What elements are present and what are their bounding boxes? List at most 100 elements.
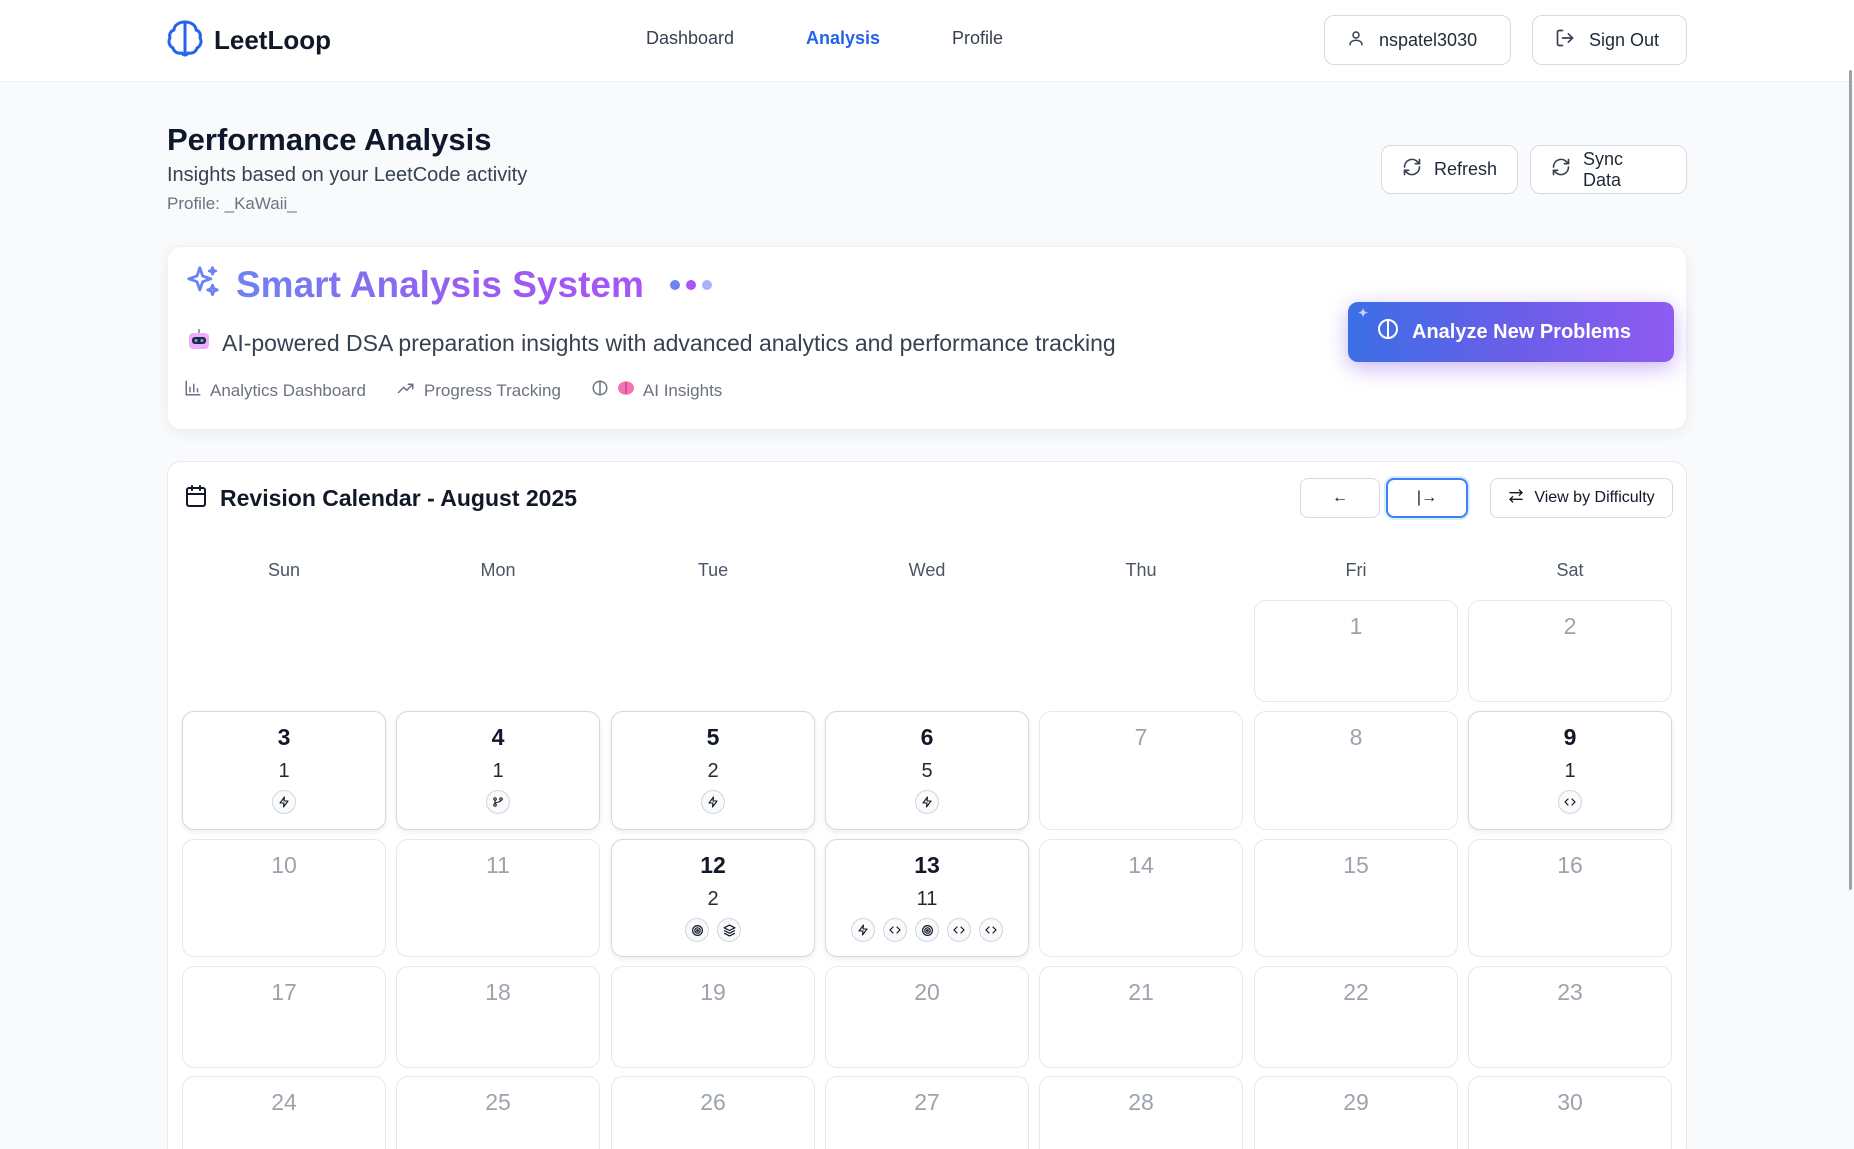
brand-name: LeetLoop xyxy=(214,25,331,55)
smart-analysis-card: Smart Analysis System AI-powered DSA pre… xyxy=(167,246,1687,430)
calendar-day[interactable]: 21 xyxy=(1039,966,1243,1068)
nav-profile[interactable]: Profile xyxy=(952,28,1052,49)
calendar-day[interactable]: 31 xyxy=(182,711,386,830)
calendar-day[interactable]: 7 xyxy=(1039,711,1243,830)
calendar-day[interactable]: 18 xyxy=(396,966,600,1068)
calendar-day[interactable]: 20 xyxy=(825,966,1029,1068)
calendar-day[interactable]: 8 xyxy=(1254,711,1458,830)
calendar-day[interactable]: 30 xyxy=(1468,1076,1672,1149)
tag-ai-insights: AI Insights xyxy=(591,379,722,402)
problem-count: 1 xyxy=(1564,760,1576,782)
day-number: 29 xyxy=(1343,1089,1369,1115)
sparkles-icon xyxy=(184,263,222,306)
calendar-day[interactable]: 10 xyxy=(182,839,386,957)
day-number: 5 xyxy=(706,724,720,750)
calendar-day[interactable]: 65 xyxy=(825,711,1029,830)
view-by-difficulty-button[interactable]: View by Difficulty xyxy=(1490,478,1673,518)
day-number: 8 xyxy=(1349,724,1363,750)
calendar-day[interactable]: 17 xyxy=(182,966,386,1068)
day-number: 4 xyxy=(491,724,505,750)
calendar-day[interactable]: 22 xyxy=(1254,966,1458,1068)
calendar-day[interactable]: 26 xyxy=(611,1076,815,1149)
code-icon[interactable] xyxy=(883,918,907,942)
problem-count: 11 xyxy=(916,888,938,910)
day-number: 2 xyxy=(1563,613,1577,639)
user-button[interactable]: nspatel3030 xyxy=(1324,15,1511,65)
code-icon[interactable] xyxy=(1558,790,1582,814)
day-number: 27 xyxy=(914,1089,940,1115)
calendar-day[interactable]: 1 xyxy=(1254,600,1458,702)
prev-month-button[interactable]: ← xyxy=(1300,478,1380,518)
tag-label: Analytics Dashboard xyxy=(210,380,366,400)
day-number: 22 xyxy=(1343,979,1369,1005)
day-number: 17 xyxy=(271,979,297,1005)
problem-count: 2 xyxy=(707,760,719,782)
problem-icons xyxy=(183,790,385,814)
scrollbar[interactable] xyxy=(1849,70,1852,890)
day-number: 26 xyxy=(700,1089,726,1115)
nav-analysis[interactable]: Analysis xyxy=(806,28,952,49)
sync-icon xyxy=(1551,157,1571,182)
nav-dashboard[interactable]: Dashboard xyxy=(646,28,806,49)
day-number: 7 xyxy=(1134,724,1148,750)
calendar-day[interactable]: 52 xyxy=(611,711,815,830)
weekday-sat: Sat xyxy=(1556,560,1584,580)
calendar-day[interactable]: 25 xyxy=(396,1076,600,1149)
today-button[interactable]: |→ xyxy=(1386,478,1468,518)
sign-out-label: Sign Out xyxy=(1589,29,1660,50)
dot xyxy=(669,279,680,290)
calendar-day[interactable]: 14 xyxy=(1039,839,1243,957)
bar-chart-icon xyxy=(184,379,202,402)
calendar-day[interactable]: 16 xyxy=(1468,839,1672,957)
bolt-icon[interactable] xyxy=(851,918,875,942)
calendar-day[interactable]: 19 xyxy=(611,966,815,1068)
calendar-day[interactable]: 29 xyxy=(1254,1076,1458,1149)
analyze-label: Analyze New Problems xyxy=(1412,320,1631,343)
refresh-icon xyxy=(1402,157,1422,182)
analyze-new-problems-button[interactable]: ✦ Analyze New Problems xyxy=(1348,302,1674,362)
day-number: 24 xyxy=(271,1089,297,1115)
refresh-button[interactable]: Refresh xyxy=(1381,145,1518,194)
calendar-day[interactable]: 2 xyxy=(1468,600,1672,702)
day-number: 11 xyxy=(486,852,510,878)
trending-up-icon xyxy=(396,379,416,402)
brand[interactable]: LeetLoop xyxy=(166,18,331,63)
calendar-day[interactable]: 13 11 xyxy=(825,839,1029,957)
problem-count: 1 xyxy=(278,760,290,782)
bolt-icon[interactable] xyxy=(701,790,725,814)
code-icon[interactable] xyxy=(947,918,971,942)
sign-out-button[interactable]: Sign Out xyxy=(1532,15,1687,65)
calendar-day[interactable]: 11 xyxy=(396,839,600,957)
day-number: 23 xyxy=(1557,979,1583,1005)
calendar-day[interactable]: 23 xyxy=(1468,966,1672,1068)
layers-icon[interactable] xyxy=(717,918,741,942)
bolt-icon[interactable] xyxy=(272,790,296,814)
day-number: 13 xyxy=(914,852,940,878)
code-icon[interactable] xyxy=(979,918,1003,942)
sync-data-button[interactable]: Sync Data xyxy=(1530,145,1687,194)
sparkle-icon: ✦ xyxy=(1358,306,1369,320)
tag-progress-tracking: Progress Tracking xyxy=(396,379,561,402)
calendar-day[interactable]: 91 xyxy=(1468,711,1672,830)
day-number: 3 xyxy=(277,724,291,750)
calendar-header: Revision Calendar - August 2025 xyxy=(184,484,577,513)
weekday-mon: Mon xyxy=(480,560,516,580)
calendar-day[interactable]: 27 xyxy=(825,1076,1029,1149)
calendar-day[interactable]: 28 xyxy=(1039,1076,1243,1149)
problem-icons xyxy=(612,790,814,814)
weekday-thu: Thu xyxy=(1125,560,1157,580)
calendar-day[interactable]: 15 xyxy=(1254,839,1458,957)
tag-analytics-dashboard: Analytics Dashboard xyxy=(184,379,366,402)
calendar-day[interactable]: 24 xyxy=(182,1076,386,1149)
target-icon[interactable] xyxy=(685,918,709,942)
revision-calendar: Revision Calendar - August 2025 ← |→ Vie… xyxy=(167,461,1687,1149)
target-icon[interactable] xyxy=(915,918,939,942)
calendar-title: Revision Calendar - August 2025 xyxy=(220,485,578,511)
brain-icon xyxy=(591,379,609,402)
calendar-day[interactable]: 41 xyxy=(396,711,600,830)
weekday-wed: Wed xyxy=(908,560,946,580)
dot xyxy=(685,279,696,290)
bolt-icon[interactable] xyxy=(915,790,939,814)
branch-icon[interactable] xyxy=(486,790,510,814)
calendar-day[interactable]: 12 2 xyxy=(611,839,815,957)
